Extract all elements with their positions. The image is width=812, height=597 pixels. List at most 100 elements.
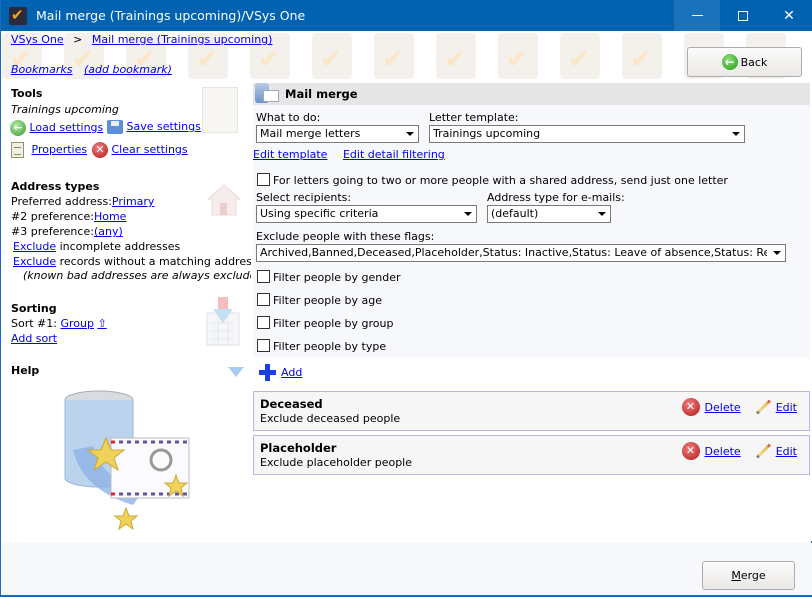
dropdown-arrow-icon (728, 126, 744, 142)
edit-link[interactable]: Edit (776, 401, 797, 414)
preference3-link[interactable]: (any) (94, 225, 123, 238)
preferred-address-link[interactable]: Primary (112, 195, 155, 208)
breadcrumb-current-link[interactable]: Mail merge (Trainings upcoming) (92, 33, 273, 46)
filter-type-label: Filter people by type (273, 340, 387, 353)
main-panel: Mail merge What to do: Mail merge letter… (251, 79, 812, 541)
known-bad-note: (known bad addresses are always excluded… (23, 269, 268, 282)
filter-gender-checkbox[interactable] (257, 270, 270, 283)
filter-gender-label: Filter people by gender (273, 271, 401, 284)
pencil-icon[interactable] (755, 399, 771, 415)
dropdown-arrow-icon (594, 206, 610, 222)
window-title: Mail merge (Trainings upcoming)/VSys One (36, 8, 306, 23)
merge-mnemonic: M (731, 569, 741, 582)
breadcrumb-home-link[interactable]: VSys One (11, 33, 64, 46)
criteria-actions: ✕ Delete Edit (681, 442, 797, 460)
preference3-row: #3 preference:(any) (11, 225, 123, 238)
clear-x-icon: ✕ (92, 142, 108, 158)
exclude-flags-select[interactable]: Archived,Banned,Deceased,Placeholder,Sta… (256, 244, 786, 262)
edit-detail-filtering-link[interactable]: Edit detail filtering (343, 148, 445, 161)
title-bar: Mail merge (Trainings upcoming)/VSys One… (1, 0, 812, 31)
sort-watermark-icon (205, 295, 241, 347)
breadcrumb-separator: > (73, 33, 83, 46)
sort-direction-up-icon[interactable]: ⇧ (97, 317, 106, 330)
add-criteria-link[interactable]: Add (281, 366, 302, 379)
dropdown-arrow-icon (402, 126, 418, 142)
address-type-emails-label: Address type for e-mails: (487, 191, 625, 204)
save-settings-link[interactable]: Save settings (127, 120, 201, 133)
bookmarks-link[interactable]: Bookmarks (11, 63, 72, 76)
back-arrow-icon: ← (721, 54, 738, 70)
close-button[interactable]: ✕ (766, 0, 812, 31)
sorting-title: Sorting (11, 302, 57, 315)
what-to-do-select[interactable]: Mail merge letters (256, 125, 419, 143)
load-settings-link[interactable]: Load settings (30, 121, 104, 134)
delete-link[interactable]: Delete (705, 401, 741, 414)
add-criteria-row: Add (259, 364, 302, 381)
exclude-nomatch-row: Exclude records without a matching addre… (13, 255, 258, 268)
select-recipients-label: Select recipients: (256, 191, 352, 204)
merge-button[interactable]: Merge (702, 561, 795, 590)
filter-group-checkbox[interactable] (257, 316, 270, 329)
filter-type-checkbox[interactable] (257, 339, 270, 352)
properties-row: Properties (11, 142, 87, 158)
minimize-button[interactable] (674, 0, 720, 31)
criteria-item: Deceased Exclude deceased people ✕ Delet… (253, 391, 810, 431)
load-settings-row: ← Load settings (10, 120, 103, 136)
maximize-button[interactable] (720, 0, 766, 31)
help-collapse-chevron-icon[interactable] (228, 367, 244, 377)
address-types-title: Address types (11, 180, 100, 193)
tools-title: Tools (11, 87, 43, 100)
properties-clipboard-icon (11, 142, 24, 158)
preferred-address-row: Preferred address:Primary (11, 195, 154, 208)
preference2-row: #2 preference:Home (11, 210, 126, 223)
edit-link[interactable]: Edit (776, 445, 797, 458)
dropdown-arrow-icon (460, 206, 476, 222)
select-recipients-select[interactable]: Using specific criteria (256, 205, 477, 223)
exclude-incomplete-link[interactable]: Exclude (13, 240, 56, 253)
delete-x-icon[interactable]: ✕ (681, 398, 700, 416)
add-sort-link[interactable]: Add sort (11, 332, 57, 345)
preference2-label: #2 preference: (11, 210, 94, 223)
plus-icon[interactable] (259, 364, 276, 381)
clear-settings-row: ✕ Clear settings (92, 142, 188, 158)
criteria-item: Placeholder Exclude placeholder people ✕… (253, 435, 810, 475)
watermark-logo-icon (622, 33, 662, 79)
back-button[interactable]: ← Back (687, 47, 802, 77)
preference2-link[interactable]: Home (94, 210, 126, 223)
exclude-nomatch-link[interactable]: Exclude (13, 255, 56, 268)
load-arrow-icon: ← (10, 120, 26, 136)
breadcrumb: VSys One > Mail merge (Trainings upcomin… (11, 33, 272, 46)
bookmarks-bar: Bookmarks (add bookmark) (11, 63, 172, 76)
criteria-description: Exclude placeholder people (260, 456, 412, 469)
mail-merge-title: Mail merge (285, 87, 358, 101)
pencil-icon[interactable] (755, 443, 771, 459)
tools-subtitle: Trainings upcoming (11, 103, 119, 116)
shared-address-checkbox[interactable] (257, 173, 270, 186)
clipboard-watermark-icon (202, 87, 238, 133)
address-type-emails-value: (default) (491, 207, 539, 220)
address-type-emails-select[interactable]: (default) (487, 205, 611, 223)
shared-address-label: For letters going to two or more people … (273, 174, 728, 187)
watermark-logo-icon (436, 33, 476, 79)
edit-template-link[interactable]: Edit template (253, 148, 327, 161)
add-bookmark-link[interactable]: (add bookmark) (84, 63, 172, 76)
delete-link[interactable]: Delete (705, 445, 741, 458)
clear-settings-link[interactable]: Clear settings (112, 143, 188, 156)
floppy-disk-icon (107, 120, 123, 134)
criteria-description: Exclude deceased people (260, 412, 401, 425)
what-to-do-value: Mail merge letters (260, 127, 361, 140)
sort1-row: Sort #1: Group ⇧ (11, 317, 107, 330)
exclude-incomplete-text: incomplete addresses (59, 240, 181, 253)
filter-age-checkbox[interactable] (257, 293, 270, 306)
delete-x-icon[interactable]: ✕ (681, 442, 700, 460)
mail-merge-header: Mail merge (253, 83, 810, 105)
letter-template-value: Trainings upcoming (433, 127, 541, 140)
maximize-icon (738, 10, 748, 21)
dropdown-arrow-icon (769, 245, 785, 261)
sort1-field-link[interactable]: Group (60, 317, 94, 330)
letter-template-select[interactable]: Trainings upcoming (429, 125, 745, 143)
edit-links-row: Edit template Edit detail filtering (253, 148, 445, 161)
mail-merge-form: What to do: Mail merge letters Letter te… (253, 105, 810, 358)
exclude-nomatch-text: records without a matching address (59, 255, 258, 268)
properties-link[interactable]: Properties (32, 143, 88, 156)
